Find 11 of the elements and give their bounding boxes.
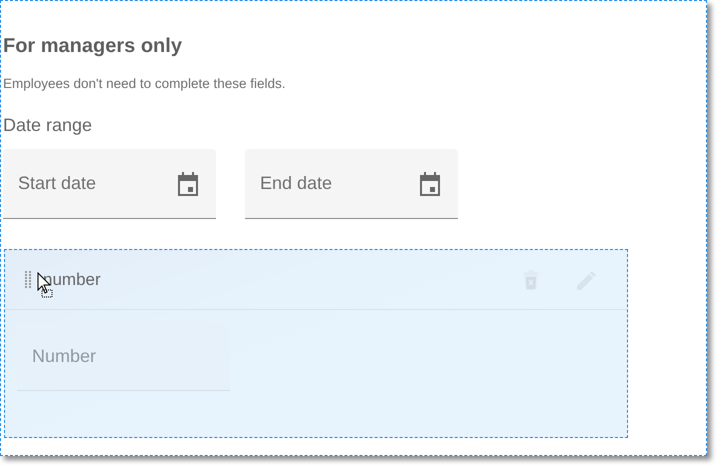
- date-field[interactable]: Start date: [3, 149, 216, 219]
- date-field[interactable]: End date: [245, 149, 458, 219]
- drag-handle-icon[interactable]: [25, 270, 31, 288]
- calendar-icon[interactable]: [419, 172, 441, 196]
- calendar-icon[interactable]: [177, 172, 199, 196]
- section-title: For managers only: [3, 35, 183, 58]
- date-range-label: Date range: [3, 115, 94, 136]
- field-title: number: [43, 270, 102, 290]
- dragged-field-card[interactable]: number Number: [4, 249, 628, 438]
- delete-icon[interactable]: [523, 270, 539, 290]
- section-description: Employees don't need to complete these fields.: [3, 76, 286, 91]
